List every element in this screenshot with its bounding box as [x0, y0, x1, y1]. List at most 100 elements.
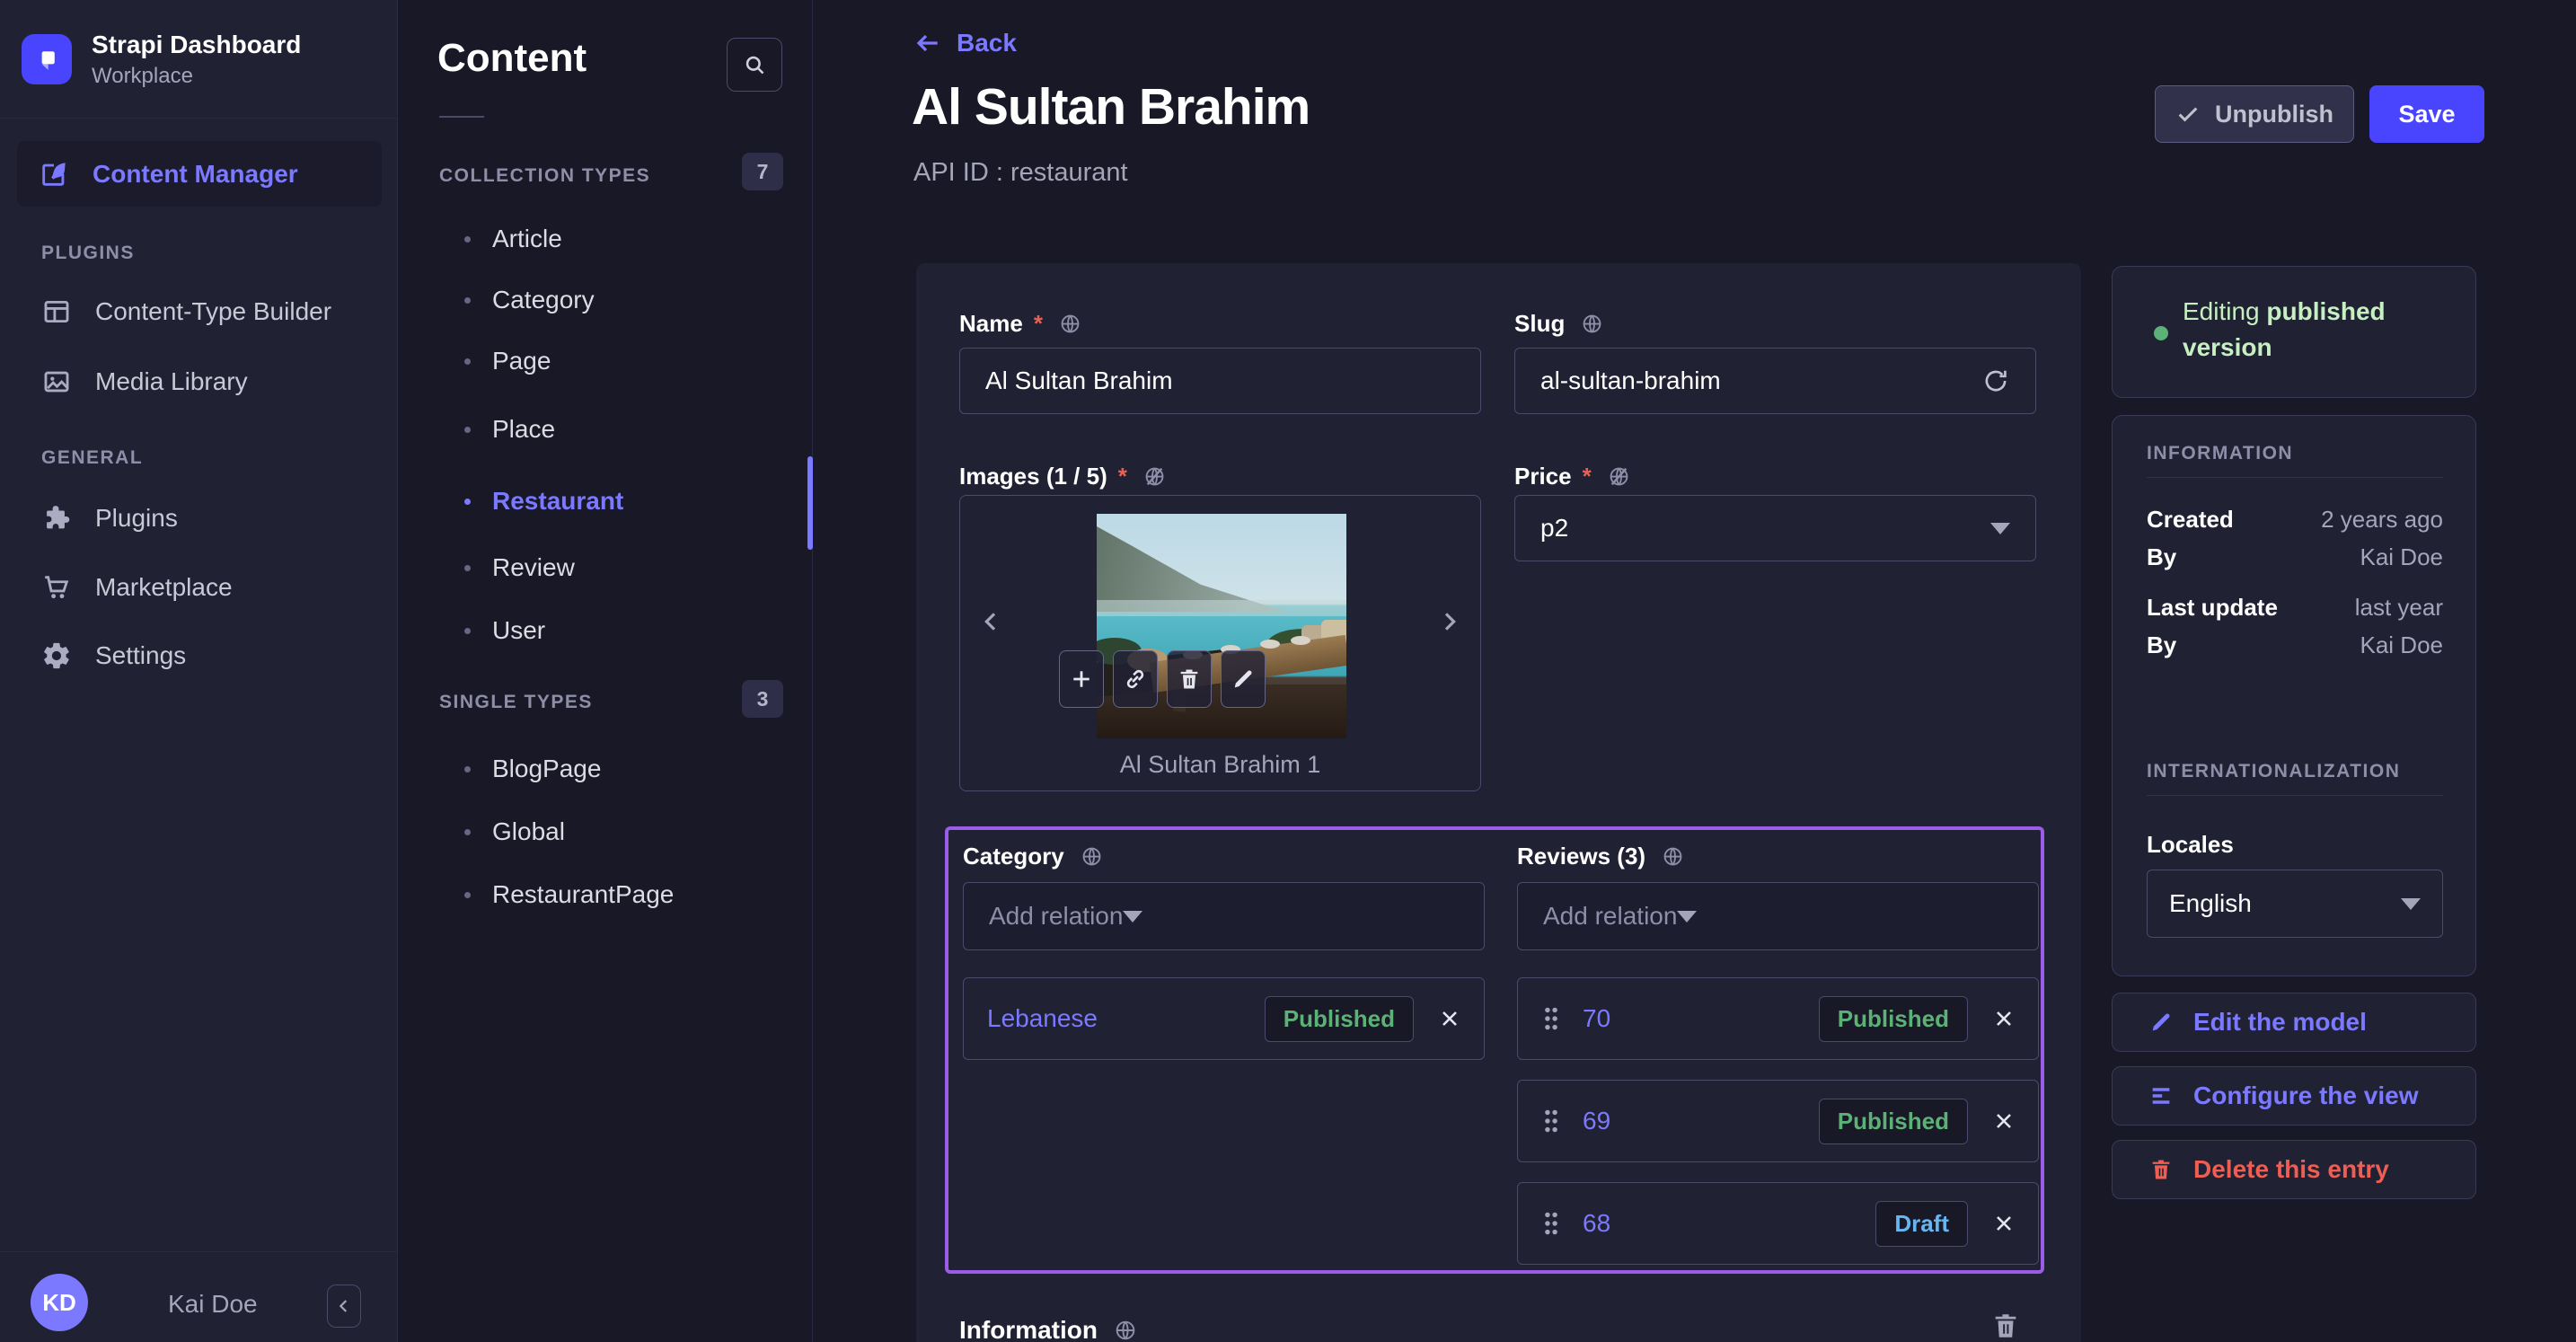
drag-handle-icon[interactable]: [1541, 1108, 1561, 1135]
collapse-sidebar-button[interactable]: [327, 1285, 361, 1328]
search-icon: [743, 53, 767, 77]
section-general: GENERAL: [41, 447, 144, 468]
delete-image-button[interactable]: [1167, 650, 1212, 708]
strapi-logo-icon: [22, 33, 72, 84]
required-asterisk: *: [1117, 463, 1127, 490]
section-plugins: PLUGINS: [41, 243, 135, 263]
sidebar-item-marketplace[interactable]: Marketplace: [41, 572, 233, 603]
collection-types-count: 7: [742, 153, 783, 190]
required-asterisk: *: [1033, 310, 1043, 337]
sidebar-item-plugins[interactable]: Plugins: [41, 503, 178, 534]
carousel-prev-icon[interactable]: [976, 607, 1005, 636]
edit-image-button[interactable]: [1221, 650, 1266, 708]
status-badge: Published: [1818, 1098, 1968, 1144]
user-name: Kai Doe: [168, 1290, 258, 1318]
subnav-item-restaurantpage[interactable]: RestaurantPage: [464, 880, 674, 909]
drag-handle-icon[interactable]: [1541, 1005, 1561, 1032]
globe-struck-icon: [1143, 465, 1166, 488]
subnav-scrollbar[interactable]: [807, 456, 813, 550]
name-input[interactable]: Al Sultan Brahim: [959, 348, 1481, 414]
images-label: Images (1 / 5) *: [959, 463, 1166, 490]
pencil-icon: [2148, 1010, 2174, 1035]
layout-icon: [41, 296, 72, 327]
chevron-down-icon: [1123, 910, 1143, 923]
subnav-item-category[interactable]: Category: [464, 286, 595, 314]
globe-icon: [1081, 845, 1103, 868]
api-id: API ID : restaurant: [913, 158, 1128, 187]
regenerate-icon[interactable]: [1981, 366, 2010, 395]
info-row-created-by: By Kai Doe: [2147, 543, 2443, 570]
copy-link-button[interactable]: [1113, 650, 1158, 708]
edit-model-button[interactable]: Edit the model: [2112, 993, 2476, 1052]
reviews-label: Reviews (3): [1517, 843, 1684, 870]
sidebar-item-content-type-builder[interactable]: Content-Type Builder: [41, 296, 331, 327]
subnav-item-page[interactable]: Page: [464, 347, 551, 375]
sidebar-item-content-manager[interactable]: Content Manager: [17, 141, 382, 207]
save-button[interactable]: Save: [2369, 85, 2484, 143]
bullet-icon: [464, 235, 471, 243]
gear-icon: [41, 640, 72, 671]
locale-select[interactable]: English: [2147, 870, 2443, 938]
name-label: Name *: [959, 310, 1081, 338]
brand[interactable]: Strapi Dashboard Workplace: [22, 30, 301, 89]
puzzle-icon: [41, 503, 72, 534]
bullet-icon: [464, 498, 471, 505]
slug-input[interactable]: al-sultan-brahim: [1514, 348, 2036, 414]
relation-link[interactable]: 70: [1583, 1004, 1610, 1033]
avatar[interactable]: KD: [31, 1274, 88, 1331]
price-select[interactable]: p2: [1514, 495, 2036, 561]
category-add-relation-select[interactable]: Add relation: [963, 882, 1485, 950]
add-image-button[interactable]: [1059, 650, 1104, 708]
carousel-next-icon[interactable]: [1435, 607, 1464, 636]
unpublish-button[interactable]: Unpublish: [2155, 85, 2354, 143]
category-label: Category: [963, 843, 1103, 870]
divider: [2147, 795, 2443, 796]
subnav-item-article[interactable]: Article: [464, 225, 562, 253]
subnav-item-global[interactable]: Global: [464, 817, 565, 846]
brand-subtitle: Workplace: [92, 63, 193, 88]
image-icon: [41, 366, 72, 397]
subnav-item-blogpage[interactable]: BlogPage: [464, 755, 601, 783]
subnav-item-restaurant[interactable]: Restaurant: [464, 487, 623, 516]
delete-entry-button[interactable]: Delete this entry: [2112, 1140, 2476, 1199]
globe-icon: [1059, 313, 1081, 335]
review-relation-item: 70 Published: [1517, 977, 2039, 1060]
globe-struck-icon: [1608, 465, 1630, 488]
relations-group-highlight: Category Add relation Lebanese Published…: [945, 826, 2044, 1274]
relation-link[interactable]: Lebanese: [987, 1004, 1098, 1033]
review-relation-item: 69 Published: [1517, 1080, 2039, 1162]
feather-icon: [39, 159, 69, 190]
content-subnav: Content COLLECTION TYPES 7 Article Categ…: [398, 0, 813, 1342]
relation-link[interactable]: 69: [1583, 1107, 1610, 1135]
remove-relation-icon[interactable]: [1991, 1006, 2016, 1031]
remove-relation-icon[interactable]: [1437, 1006, 1462, 1031]
bullet-icon: [464, 828, 471, 835]
link-icon: [1123, 667, 1148, 692]
globe-icon: [1114, 1319, 1137, 1342]
sidebar-item-settings[interactable]: Settings: [41, 640, 186, 671]
subnav-item-place[interactable]: Place: [464, 415, 555, 444]
primary-sidebar: Strapi Dashboard Workplace Content Manag…: [0, 0, 398, 1342]
published-dot-icon: [2154, 326, 2168, 340]
back-link[interactable]: Back: [913, 29, 1017, 57]
subnav-item-review[interactable]: Review: [464, 553, 575, 582]
page-title: Al Sultan Brahim: [912, 78, 1310, 136]
divider: [2147, 477, 2443, 478]
drag-handle-icon[interactable]: [1541, 1210, 1561, 1237]
delete-component-button[interactable]: [1990, 1311, 2021, 1341]
status-badge: Published: [1818, 995, 1968, 1042]
category-relation-item: Lebanese Published: [963, 977, 1485, 1060]
remove-relation-icon[interactable]: [1991, 1211, 2016, 1236]
locales-label: Locales: [2147, 831, 2234, 858]
configure-view-button[interactable]: Configure the view: [2112, 1066, 2476, 1126]
brand-title: Strapi Dashboard: [92, 31, 302, 58]
relation-link[interactable]: 68: [1583, 1209, 1610, 1238]
info-row-updated-by: By Kai Doe: [2147, 631, 2443, 658]
i18n-heading: INTERNATIONALIZATION: [2147, 761, 2401, 781]
sidebar-item-media-library[interactable]: Media Library: [41, 366, 248, 397]
remove-relation-icon[interactable]: [1991, 1108, 2016, 1134]
search-button[interactable]: [727, 38, 782, 92]
chevron-down-icon: [1990, 522, 2010, 534]
reviews-add-relation-select[interactable]: Add relation: [1517, 882, 2039, 950]
subnav-item-user[interactable]: User: [464, 616, 545, 645]
